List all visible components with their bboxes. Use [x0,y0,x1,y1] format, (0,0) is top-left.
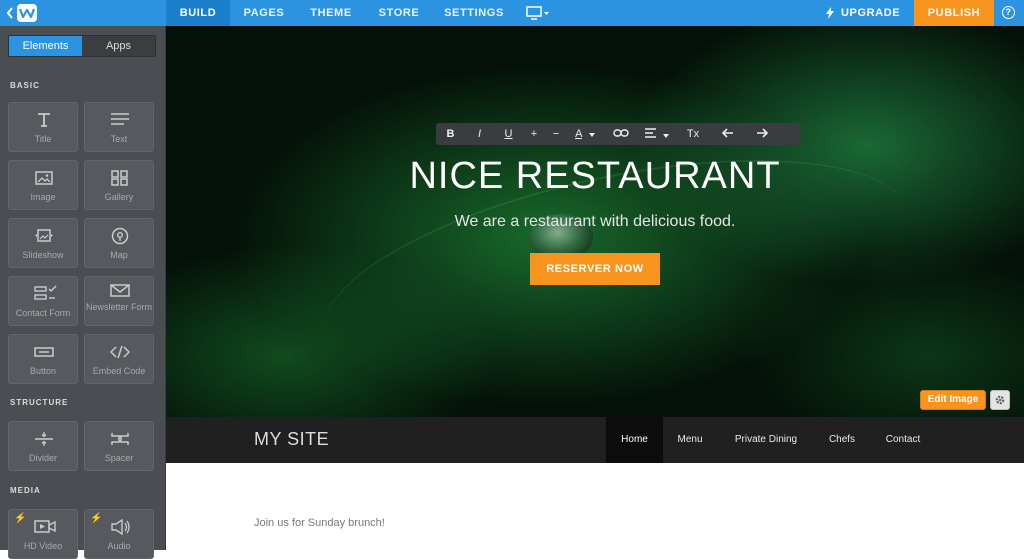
speaker-icon [111,518,130,536]
envelope-icon [110,284,130,297]
element-audio[interactable]: ⚡ Audio [84,509,154,559]
premium-bolt-icon: ⚡ [14,513,27,524]
title-icon [38,113,50,127]
tab-theme[interactable]: THEME [300,0,362,26]
element-hd-video[interactable]: ⚡ HD Video [8,509,78,559]
text-format-toolbar: B I U + − A Tx [436,123,801,145]
font-color-button[interactable]: A [567,128,603,140]
button-icon [34,347,54,357]
content-area: Join us for Sunday brunch! [166,463,1024,550]
text-icon [111,113,129,125]
element-embed-code[interactable]: Embed Code [84,334,154,384]
section-basic: BASIC [10,81,40,90]
code-icon [110,345,130,359]
chevron-down-icon [662,133,669,138]
sidebar-segment-control: Elements Apps [8,35,156,57]
gallery-icon [111,170,128,186]
element-divider[interactable]: Divider [8,421,78,471]
font-color-label: A [575,128,582,140]
link-icon [613,128,629,137]
divider-icon [35,432,53,446]
element-gallery[interactable]: Gallery [84,160,154,210]
font-increase-button[interactable]: + [523,128,545,140]
element-slideshow[interactable]: Slideshow [8,218,78,268]
nav-home[interactable]: Home [606,417,663,463]
contact-form-icon [34,285,57,300]
elements-sidebar: Elements Apps BASIC Title Text Image Gal… [0,26,166,559]
apps-tab[interactable]: Apps [82,36,155,56]
tab-pages[interactable]: PAGES [232,0,296,26]
bolt-icon [826,7,834,19]
element-spacer[interactable]: Spacer [84,421,154,471]
element-contact-form[interactable]: Contact Form [8,276,78,326]
premium-bolt-icon: ⚡ [90,513,103,524]
nav-private-dining[interactable]: Private Dining [726,417,806,463]
publish-button[interactable]: PUBLISH [914,0,994,26]
align-icon [645,127,657,138]
image-icon [35,171,53,185]
device-preview-dropdown[interactable] [520,0,556,26]
tab-settings[interactable]: SETTINGS [440,0,508,26]
redo-icon [757,127,769,138]
brunch-text[interactable]: Join us for Sunday brunch! [254,517,385,529]
section-structure: STRUCTURE [10,398,69,407]
align-dropdown[interactable] [639,127,675,141]
site-title[interactable]: MY SITE [254,429,329,450]
nav-chefs[interactable]: Chefs [821,417,863,463]
undo-button[interactable] [711,127,745,141]
banner-settings-button[interactable] [990,390,1010,410]
back-to-dashboard[interactable] [0,0,44,26]
section-media: MEDIA [10,486,41,495]
tab-build[interactable]: BUILD [166,0,230,26]
element-text[interactable]: Text [84,102,154,152]
upgrade-button[interactable]: UPGRADE [826,0,900,26]
font-decrease-button[interactable]: − [545,128,567,140]
tab-store[interactable]: STORE [368,0,430,26]
element-map[interactable]: Map [84,218,154,268]
map-pin-icon [111,227,129,245]
element-newsletter-form[interactable]: Newsletter Form [84,276,154,326]
video-camera-icon [34,520,56,533]
underline-button[interactable]: U [494,128,523,140]
top-bar: BUILD PAGES THEME STORE SETTINGS UPGRADE… [0,0,1024,26]
spacer-icon [111,433,129,445]
help-icon[interactable]: ? [1002,6,1015,19]
upgrade-label: UPGRADE [841,7,901,19]
undo-icon [721,127,733,138]
hero-title[interactable]: NICE RESTAURANT [166,155,1024,198]
redo-button[interactable] [745,127,779,141]
chevron-down-icon [588,133,595,137]
nav-contact[interactable]: Contact [878,417,928,463]
elements-tab[interactable]: Elements [9,36,82,56]
bold-button[interactable]: B [436,128,465,140]
weebly-logo-icon [17,4,37,22]
hero-subtitle[interactable]: We are a restaurant with delicious food. [166,213,1024,231]
element-button[interactable]: Button [8,334,78,384]
gear-icon [995,395,1005,405]
slideshow-icon [35,229,53,242]
edit-image-button[interactable]: Edit Image [920,390,986,410]
nav-menu[interactable]: Menu [666,417,714,463]
chevron-left-icon [6,7,13,19]
element-image[interactable]: Image [8,160,78,210]
site-navbar: MY SITE Home Menu Private Dining Chefs C… [166,417,1024,463]
reserve-button[interactable]: RESERVER NOW [530,253,660,285]
element-title[interactable]: Title [8,102,78,152]
clear-format-button[interactable]: Tx [675,128,711,140]
monitor-icon [526,6,549,20]
link-button[interactable] [603,128,639,141]
italic-button[interactable]: I [465,128,494,140]
